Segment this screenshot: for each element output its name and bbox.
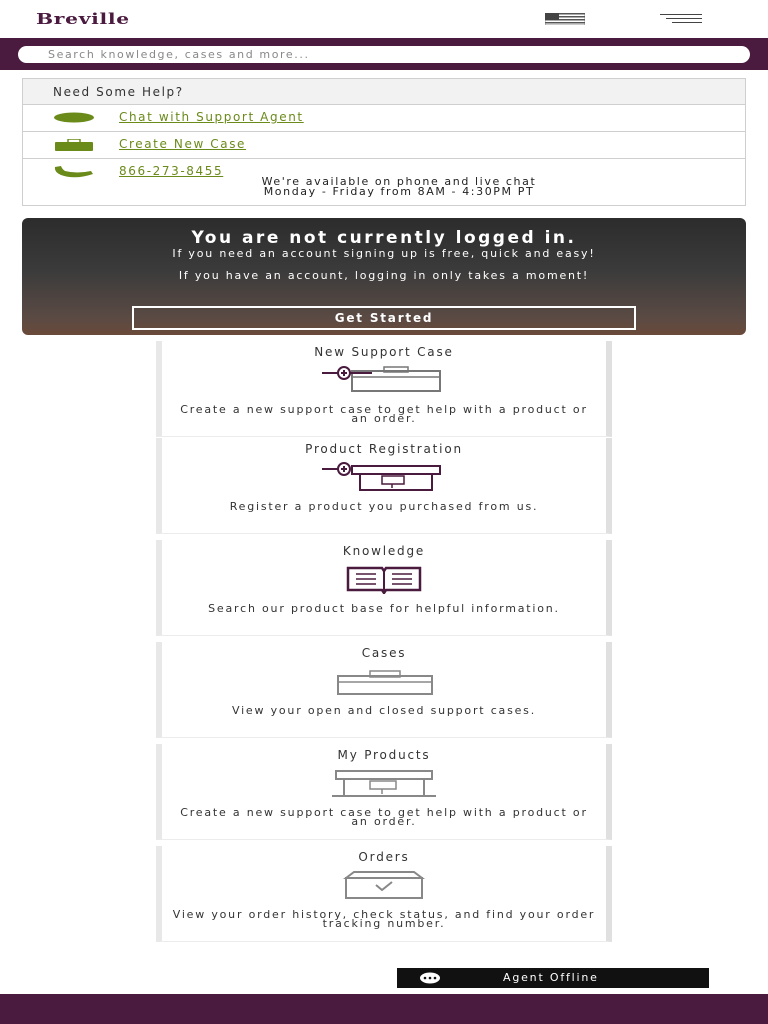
banner-line-1: If you need an account signing up is fre… <box>172 247 596 260</box>
briefcase-icon <box>55 139 93 151</box>
cases-icon <box>337 670 433 695</box>
breville-logo[interactable]: Breville <box>36 10 130 28</box>
tile-orders[interactable]: Orders View your order history, check st… <box>156 846 612 942</box>
tile-product-registration[interactable]: Product Registration Register a product … <box>156 438 612 534</box>
book-icon <box>346 566 422 594</box>
login-banner: You are not currently logged in. If you … <box>22 218 746 335</box>
get-started-button[interactable]: Get Started <box>132 306 636 330</box>
tile-description: Search our product base for helpful info… <box>208 602 560 615</box>
tile-new-support-case[interactable]: New Support Case Create a new support ca… <box>156 341 612 437</box>
tile-title: Product Registration <box>305 442 463 456</box>
tile-description: Create a new support case to get help wi… <box>180 403 588 425</box>
chat-row[interactable]: Chat with Support Agent <box>23 105 745 132</box>
espresso-machine-icon <box>332 770 436 797</box>
tile-description: View your order history, check status, a… <box>172 908 596 930</box>
chat-icon <box>54 112 94 123</box>
create-case-link[interactable]: Create New Case <box>119 137 246 151</box>
help-title: Need Some Help? <box>23 79 745 105</box>
us-flag-icon[interactable] <box>545 13 585 25</box>
help-panel: Need Some Help? Chat with Support Agent … <box>22 78 746 206</box>
search-bar: Search knowledge, cases and more... <box>0 38 768 70</box>
phone-row: 866-273-8455 We're available on phone an… <box>23 159 745 207</box>
tile-knowledge[interactable]: Knowledge Search our product base for he… <box>156 540 612 636</box>
search-input[interactable]: Search knowledge, cases and more... <box>18 46 750 63</box>
tile-cases[interactable]: Cases View your open and closed support … <box>156 642 612 738</box>
phone-link[interactable]: 866-273-8455 <box>119 164 223 178</box>
tile-my-products[interactable]: My Products Create a new support case to… <box>156 744 612 840</box>
tile-title: My Products <box>337 748 431 762</box>
tile-title: New Support Case <box>314 345 454 359</box>
tile-title: Cases <box>361 646 407 660</box>
tile-title: Knowledge <box>342 544 426 558</box>
case-row[interactable]: Create New Case <box>23 132 745 159</box>
tile-description: Create a new support case to get help wi… <box>180 806 588 828</box>
agent-status-label: Agent Offline <box>503 971 599 984</box>
box-icon <box>343 871 425 899</box>
availability-line-2: Monday - Friday from 8AM - 4:30PM PT <box>263 185 535 198</box>
agent-offline-button[interactable]: Agent Offline <box>397 968 709 988</box>
hamburger-menu-icon[interactable] <box>660 14 702 26</box>
new-case-icon <box>322 366 441 392</box>
chat-link[interactable]: Chat with Support Agent <box>119 110 304 124</box>
availability-text: We're available on phone and live chat M… <box>119 176 679 198</box>
tile-title: Orders <box>358 850 410 864</box>
top-header: Breville <box>0 0 768 38</box>
page-footer <box>0 994 768 1024</box>
chat-bubbles-icon <box>420 972 440 984</box>
product-registration-icon <box>322 462 441 491</box>
banner-line-2: If you have an account, logging in only … <box>178 269 590 282</box>
banner-title: You are not currently logged in. <box>191 228 577 248</box>
tile-description: Register a product you purchased from us… <box>229 500 539 513</box>
tile-description: View your open and closed support cases. <box>231 704 537 717</box>
phone-icon <box>54 166 93 178</box>
